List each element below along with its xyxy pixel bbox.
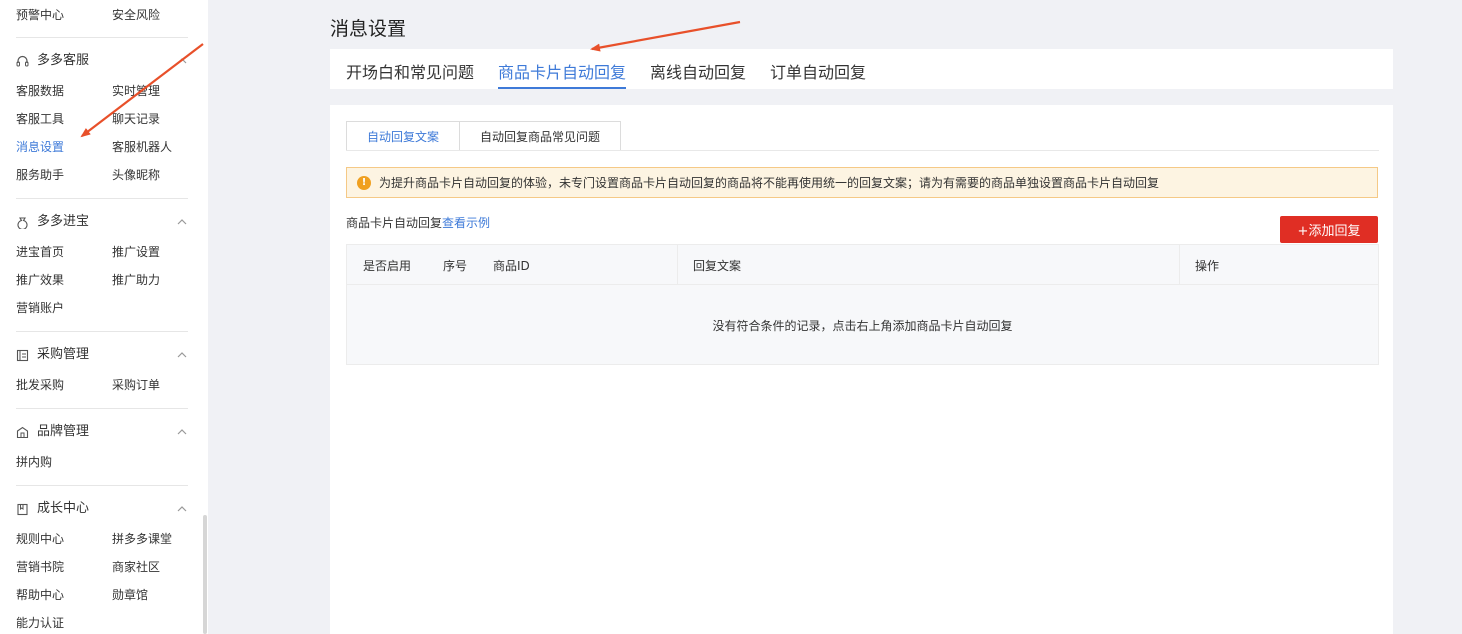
column-header-index: 序号 <box>443 259 468 273</box>
column-header-enabled: 是否启用 <box>363 259 412 273</box>
sidebar-item-pdd-classroom[interactable]: 拼多多课堂 <box>112 532 172 546</box>
sidebar-item-marketing-account[interactable]: 营销账户 <box>16 301 64 315</box>
sidebar-item-internal-buy[interactable]: 拼内购 <box>16 455 52 469</box>
subtab-reply-text[interactable]: 自动回复文案 <box>346 121 460 151</box>
sidebar-item-realtime-manage[interactable]: 实时管理 <box>112 84 160 98</box>
sidebar-item-rules-center[interactable]: 规则中心 <box>16 532 64 546</box>
sidebar-group-purchase[interactable]: 采购管理 <box>16 347 89 363</box>
sidebar-item-marketing-academy[interactable]: 营销书院 <box>16 560 64 574</box>
sidebar-group-title: 采购管理 <box>37 347 90 362</box>
sidebar-item-medal-hall[interactable]: 勋章馆 <box>112 588 148 602</box>
view-example-link[interactable]: 查看示例 <box>442 216 490 230</box>
sidebar-item-message-settings[interactable]: 消息设置 <box>16 140 64 154</box>
column-header-actions: 操作 <box>1195 259 1220 273</box>
sidebar-item-cs-tools[interactable]: 客服工具 <box>16 112 64 126</box>
sidebar-item-promo-boost[interactable]: 推广助力 <box>112 273 160 287</box>
divider <box>16 198 188 199</box>
sidebar-item-purchase-orders[interactable]: 采购订单 <box>112 378 160 392</box>
add-reply-button[interactable]: +添加回复 <box>1280 216 1378 243</box>
sidebar-group-title: 品牌管理 <box>37 424 90 439</box>
sidebar-group-title: 多多客服 <box>37 53 90 68</box>
sidebar-item-cs-robot[interactable]: 客服机器人 <box>112 140 172 154</box>
tab-product-card-reply[interactable]: 商品卡片自动回复 <box>498 59 626 83</box>
money-bag-icon <box>16 216 29 230</box>
hint-line: 商品卡片自动回复查看示例 <box>346 214 490 231</box>
sidebar-item-merchant-community[interactable]: 商家社区 <box>112 560 160 574</box>
subtab-divider <box>346 150 1379 151</box>
sidebar-item-wholesale[interactable]: 批发采购 <box>16 378 64 392</box>
warning-icon: ! <box>357 175 371 190</box>
sidebar-group-brand[interactable]: 品牌管理 <box>16 424 89 440</box>
column-header-reply-text: 回复文案 <box>693 259 742 273</box>
shop-icon <box>16 426 29 439</box>
empty-state-text: 没有符合条件的记录，点击右上角添加商品卡片自动回复 <box>712 319 1013 333</box>
tab-order-reply[interactable]: 订单自动回复 <box>770 59 866 83</box>
sidebar-group-title: 成长中心 <box>37 501 90 516</box>
notice-banner: ! 为提升商品卡片自动回复的体验，未专门设置商品卡片自动回复的商品将不能再使用统… <box>346 167 1378 198</box>
chevron-up-icon[interactable] <box>176 503 188 515</box>
divider <box>16 485 188 486</box>
sidebar-item-security-risk[interactable]: 安全风险 <box>112 8 160 22</box>
chevron-up-icon[interactable] <box>176 426 188 438</box>
subtab-product-faq[interactable]: 自动回复商品常见问题 <box>459 121 621 151</box>
table-header: 是否启用 序号 商品ID 回复文案 操作 <box>347 245 1378 285</box>
hint-text: 商品卡片自动回复 <box>346 216 443 230</box>
active-tab-indicator <box>498 87 626 89</box>
purchase-icon <box>16 349 29 362</box>
sidebar-group-duoduo-jinbao[interactable]: 多多进宝 <box>16 214 89 230</box>
column-divider <box>1179 245 1180 285</box>
notice-text: 为提升商品卡片自动回复的体验，未专门设置商品卡片自动回复的商品将不能再使用统一的… <box>379 176 1160 190</box>
sidebar-item-help-center[interactable]: 帮助中心 <box>16 588 64 602</box>
sidebar-item-cs-data[interactable]: 客服数据 <box>16 84 64 98</box>
chevron-up-icon[interactable] <box>176 216 188 228</box>
annotation-arrow-tab <box>590 20 741 52</box>
sidebar-item-alert-center[interactable]: 预警中心 <box>16 8 64 22</box>
sidebar-item-chat-records[interactable]: 聊天记录 <box>112 112 160 126</box>
divider <box>16 331 188 332</box>
column-header-product-id: 商品ID <box>493 259 530 273</box>
sidebar-group-title: 多多进宝 <box>37 214 90 229</box>
sidebar-item-capability-cert[interactable]: 能力认证 <box>16 616 64 630</box>
sidebar-scrollbar[interactable] <box>203 515 207 634</box>
divider <box>16 37 188 38</box>
sidebar-item-promo-settings[interactable]: 推广设置 <box>112 245 160 259</box>
column-divider <box>677 245 678 285</box>
page-title: 消息设置 <box>330 18 407 40</box>
sidebar-group-customer-service[interactable]: 多多客服 <box>16 53 89 69</box>
sidebar-item-promo-effect[interactable]: 推广效果 <box>16 273 64 287</box>
sidebar-item-jinbao-home[interactable]: 进宝首页 <box>16 245 64 259</box>
book-icon <box>16 503 29 516</box>
headset-icon <box>16 55 29 68</box>
sidebar-item-service-assistant[interactable]: 服务助手 <box>16 168 64 182</box>
chevron-up-icon[interactable] <box>176 55 188 67</box>
sidebar-group-growth[interactable]: 成长中心 <box>16 501 89 517</box>
tab-offline-reply[interactable]: 离线自动回复 <box>650 59 746 83</box>
reply-table: 是否启用 序号 商品ID 回复文案 操作 没有符合条件的记录，点击右上角添加商品… <box>346 244 1379 365</box>
sidebar-item-avatar-nickname[interactable]: 头像昵称 <box>112 168 160 182</box>
chevron-up-icon[interactable] <box>176 349 188 361</box>
divider <box>16 408 188 409</box>
tab-greeting-faq[interactable]: 开场白和常见问题 <box>346 59 474 83</box>
sidebar: 预警中心 安全风险 多多客服 客服数据 实时管理 客服工具 聊天记录 消息设置 … <box>0 0 208 634</box>
